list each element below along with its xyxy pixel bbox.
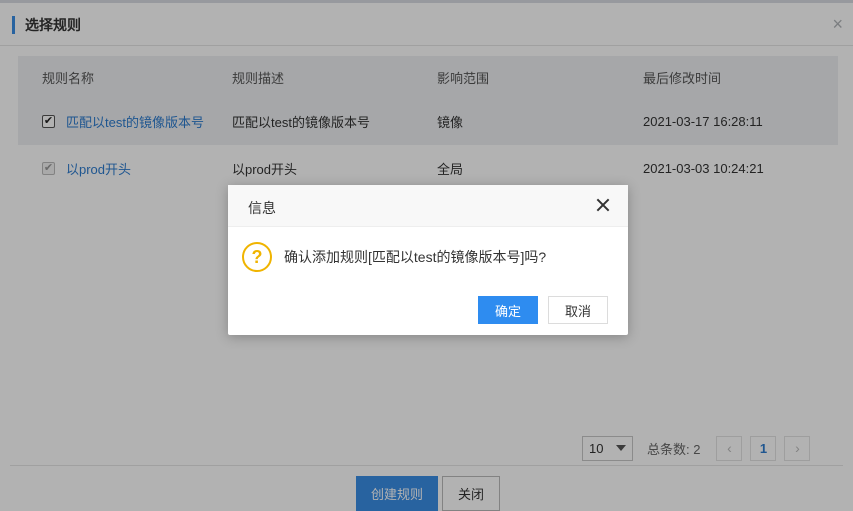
confirm-message: 确认添加规则[匹配以test的镜像版本号]吗?	[284, 249, 547, 265]
modal-body: ? 确认添加规则[匹配以test的镜像版本号]吗?	[242, 241, 546, 273]
confirm-ok-button[interactable]: 确定	[478, 296, 538, 324]
close-icon[interactable]	[594, 196, 612, 214]
confirm-cancel-button[interactable]: 取消	[548, 296, 608, 324]
modal-title: 信息	[248, 200, 276, 216]
question-icon: ?	[242, 242, 272, 272]
modal-header: 信息	[228, 185, 628, 227]
confirm-modal: 信息 ? 确认添加规则[匹配以test的镜像版本号]吗? 确定 取消	[228, 185, 628, 335]
